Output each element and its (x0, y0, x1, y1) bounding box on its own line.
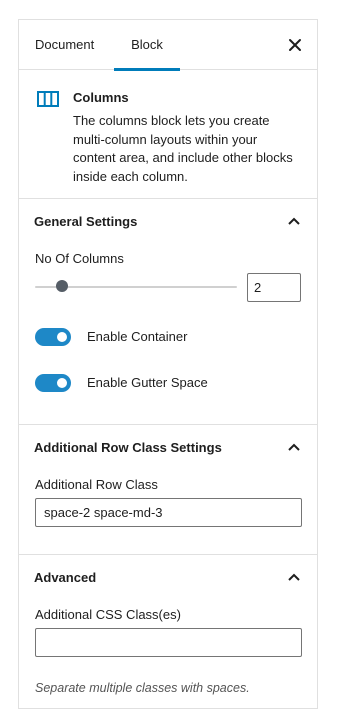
columns-slider-thumb[interactable] (56, 280, 68, 292)
row-class-input[interactable]: space-2 space-md-3 (35, 498, 302, 527)
enable-container-toggle[interactable] (35, 328, 71, 346)
css-class-label: Additional CSS Class(es) (35, 607, 181, 622)
row-class-settings-panel: Additional Row Class Settings Additional… (19, 425, 317, 555)
advanced-toggle[interactable]: Advanced (34, 570, 96, 585)
columns-label: No Of Columns (35, 251, 124, 266)
css-class-help: Separate multiple classes with spaces. (35, 681, 250, 695)
chevron-up-icon[interactable] (287, 572, 301, 582)
tab-document[interactable]: Document (35, 20, 94, 70)
row-class-settings-toggle[interactable]: Additional Row Class Settings (34, 440, 222, 455)
advanced-panel: Advanced Additional CSS Class(es) Separa… (19, 555, 317, 709)
sidebar-tabs: Document Block (19, 20, 317, 71)
chevron-up-icon[interactable] (287, 216, 301, 226)
chevron-up-icon[interactable] (287, 442, 301, 452)
block-settings-sidebar: Document Block Columns The columns block… (18, 19, 318, 709)
block-card: Columns The columns block lets you creat… (19, 71, 317, 199)
general-settings-panel: General Settings No Of Columns 2 Enable … (19, 199, 317, 425)
css-class-input[interactable] (35, 628, 302, 657)
columns-icon (37, 91, 59, 107)
toggle-knob (57, 332, 67, 342)
close-icon[interactable] (287, 37, 303, 53)
columns-number-input[interactable]: 2 (247, 273, 301, 302)
row-class-label: Additional Row Class (35, 477, 158, 492)
block-description: The columns block lets you create multi-… (73, 113, 293, 184)
toggle-knob (57, 378, 67, 388)
block-title: Columns (73, 90, 129, 105)
general-settings-toggle[interactable]: General Settings (34, 214, 137, 229)
enable-gutter-label: Enable Gutter Space (87, 375, 208, 390)
enable-gutter-toggle[interactable] (35, 374, 71, 392)
enable-container-label: Enable Container (87, 329, 188, 344)
tab-block[interactable]: Block (114, 20, 180, 71)
